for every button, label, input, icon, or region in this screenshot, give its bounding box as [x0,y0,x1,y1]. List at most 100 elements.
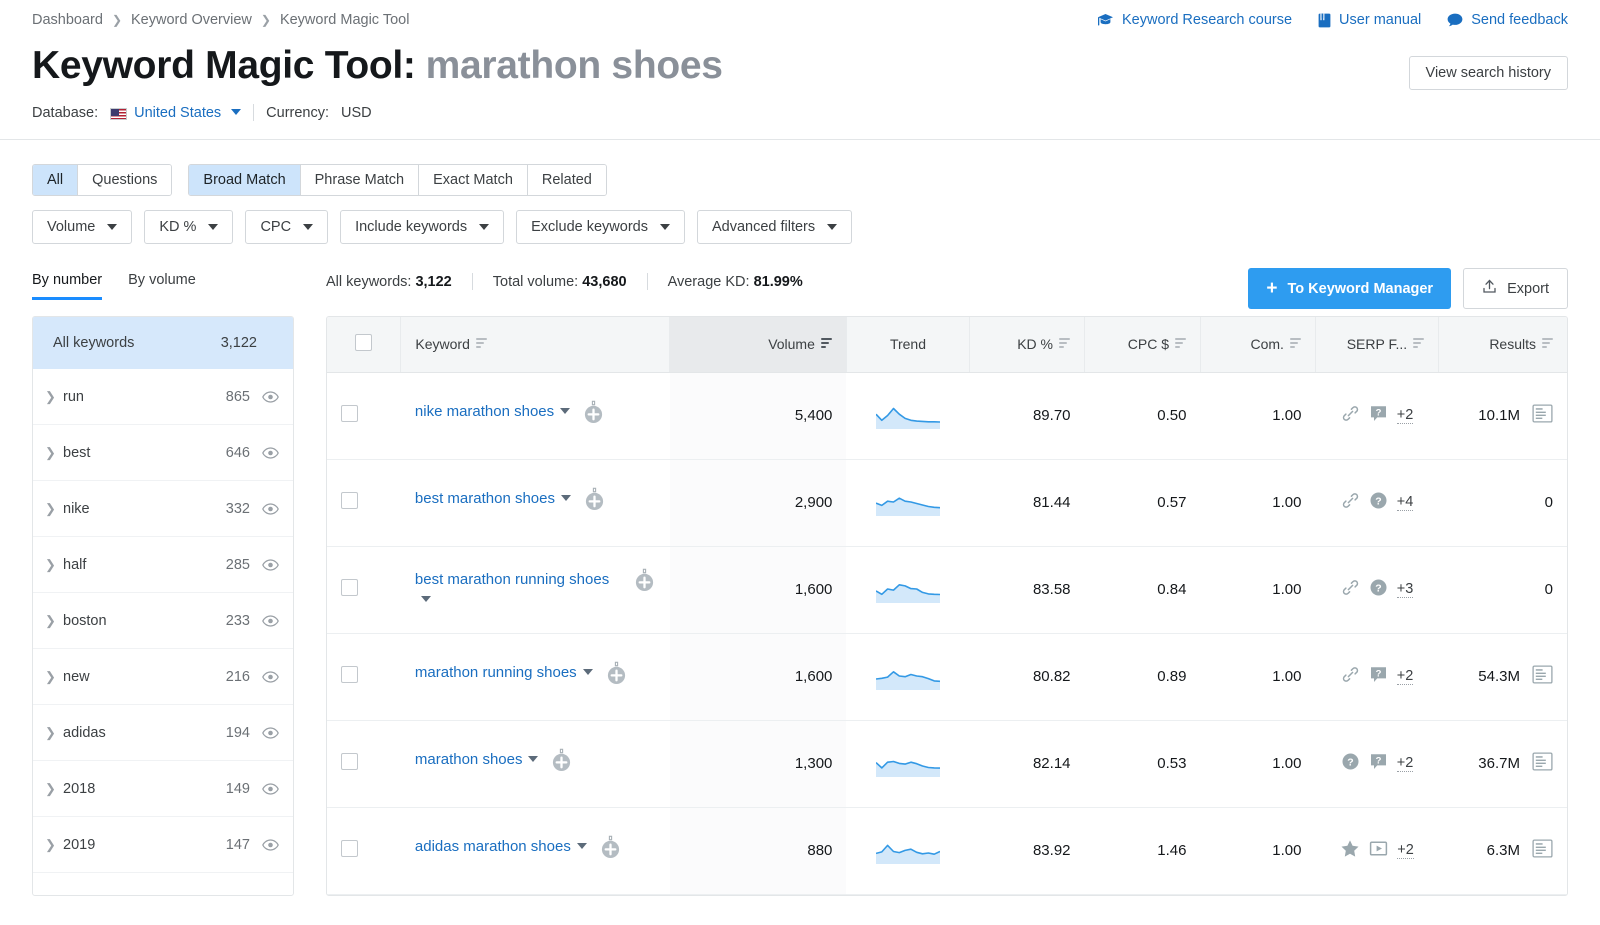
keyword-menu-caret-icon[interactable] [582,669,593,675]
question-callout-icon[interactable]: ? [1369,752,1388,775]
question-callout-icon[interactable]: ? [1369,404,1388,427]
eye-icon[interactable] [262,446,279,459]
chevron-right-icon[interactable]: ❯ [45,389,63,405]
sort-icon[interactable] [475,338,487,350]
breadcrumb-item-keyword-overview[interactable]: Keyword Overview [131,12,252,28]
serp-preview-icon[interactable] [1532,665,1553,688]
column-header-volume[interactable]: Volume [669,317,847,373]
eye-icon[interactable] [262,838,279,851]
advanced-filters-dropdown[interactable]: Advanced filters [696,210,853,244]
chevron-right-icon[interactable]: ❯ [45,501,63,517]
add-keyword-icon[interactable] [550,748,573,777]
user-manual-link[interactable]: User manual [1318,12,1421,28]
serp-preview-icon[interactable] [1532,404,1553,427]
cpc-filter-dropdown[interactable]: CPC [245,210,329,244]
keyword-link[interactable]: marathon shoes [415,750,539,770]
column-header-com[interactable]: Com. [1200,317,1316,373]
chevron-right-icon[interactable]: ❯ [45,725,63,741]
sidebar-item[interactable]: ❯ best 646 [33,425,293,481]
chevron-right-icon[interactable]: ❯ [45,557,63,573]
keyword-link[interactable]: marathon running shoes [415,663,593,683]
row-checkbox[interactable] [341,666,358,683]
link-icon[interactable] [1341,665,1360,688]
sidebar-item[interactable]: ❯ run 865 [33,369,293,425]
sidebar-item[interactable]: ❯ nike 332 [33,481,293,537]
chevron-right-icon[interactable]: ❯ [45,445,63,461]
eye-icon[interactable] [262,726,279,739]
export-button[interactable]: Export [1463,268,1568,309]
select-all-checkbox[interactable] [355,334,373,352]
kd-filter-dropdown[interactable]: KD % [144,210,234,244]
star-icon[interactable] [1340,839,1360,862]
filter-exact-match[interactable]: Exact Match [419,165,528,195]
serp-features-more[interactable]: +2 [1396,668,1414,685]
question-circle-icon[interactable]: ? [1341,752,1360,775]
link-icon[interactable] [1341,491,1360,514]
chevron-right-icon[interactable]: ❯ [45,669,63,685]
row-checkbox[interactable] [341,753,358,770]
add-keyword-icon[interactable] [582,400,605,429]
row-checkbox[interactable] [341,840,358,857]
sidebar-item[interactable]: ❯ adidas 194 [33,705,293,761]
chevron-right-icon[interactable]: ❯ [45,613,63,629]
filter-all[interactable]: All [33,165,79,195]
filter-questions[interactable]: Questions [78,165,172,195]
filter-broad-match[interactable]: Broad Match [189,165,301,195]
database-country-selector[interactable]: United States [134,105,221,121]
sidebar-item[interactable]: ❯ 2018 149 [33,761,293,817]
eye-icon[interactable] [262,558,279,571]
keyword-menu-caret-icon[interactable] [560,408,571,414]
sidebar-item[interactable]: ❯ boston 233 [33,593,293,649]
keyword-menu-caret-icon[interactable] [576,843,587,849]
question-callout-icon[interactable]: ? [1369,665,1388,688]
row-checkbox[interactable] [341,405,358,422]
serp-features-more[interactable]: +3 [1396,581,1414,598]
link-icon[interactable] [1341,404,1360,427]
serp-features-more[interactable]: +2 [1397,842,1414,859]
chevron-down-icon[interactable] [231,108,242,115]
to-keyword-manager-button[interactable]: + To Keyword Manager [1248,268,1452,309]
serp-features-more[interactable]: +2 [1396,755,1414,772]
add-keyword-icon[interactable] [605,661,628,690]
chevron-right-icon[interactable]: ❯ [45,837,63,853]
sort-icon-active[interactable] [820,338,832,350]
sort-icon[interactable] [1542,338,1553,350]
eye-icon[interactable] [262,614,279,627]
column-header-keyword[interactable]: Keyword [400,317,671,373]
sidebar-item[interactable]: ❯ half 285 [33,537,293,593]
question-circle-icon[interactable]: ? [1369,491,1388,514]
sort-icon[interactable] [1059,338,1071,350]
sort-icon[interactable] [1413,338,1425,350]
column-header-cpc[interactable]: CPC $ [1084,317,1201,373]
add-keyword-icon[interactable] [599,835,622,864]
video-icon[interactable] [1369,839,1388,862]
include-keywords-dropdown[interactable]: Include keywords [340,210,505,244]
serp-features-more[interactable]: +2 [1396,407,1414,424]
sort-icon[interactable] [1175,338,1186,350]
column-header-results[interactable]: Results [1438,317,1567,373]
keyword-link[interactable]: best marathon running shoes [415,570,621,610]
keyword-menu-caret-icon[interactable] [561,495,571,501]
filter-phrase-match[interactable]: Phrase Match [300,165,420,195]
eye-icon[interactable] [262,390,279,403]
serp-features-more[interactable]: +4 [1396,494,1414,511]
question-circle-icon[interactable]: ? [1369,578,1388,601]
eye-icon[interactable] [262,502,279,515]
eye-icon[interactable] [262,670,279,683]
view-search-history-button[interactable]: View search history [1408,56,1568,90]
keyword-link[interactable]: adidas marathon shoes [415,837,587,857]
add-keyword-icon[interactable] [583,487,606,516]
tab-by-volume[interactable]: By volume [128,272,196,300]
keyword-menu-caret-icon[interactable] [420,595,431,602]
breadcrumb-item-dashboard[interactable]: Dashboard [32,12,103,28]
chevron-right-icon[interactable]: ❯ [45,781,63,797]
sidebar-item[interactable]: ❯ new 216 [33,649,293,705]
serp-preview-icon[interactable] [1532,839,1553,862]
tab-by-number[interactable]: By number [32,272,103,300]
serp-preview-icon[interactable] [1532,752,1553,775]
column-header-serp-features[interactable]: SERP F... [1315,317,1440,373]
volume-filter-dropdown[interactable]: Volume [32,210,133,244]
add-keyword-icon[interactable] [633,568,656,597]
link-icon[interactable] [1341,578,1360,601]
breadcrumb-item-keyword-magic-tool[interactable]: Keyword Magic Tool [280,12,410,28]
